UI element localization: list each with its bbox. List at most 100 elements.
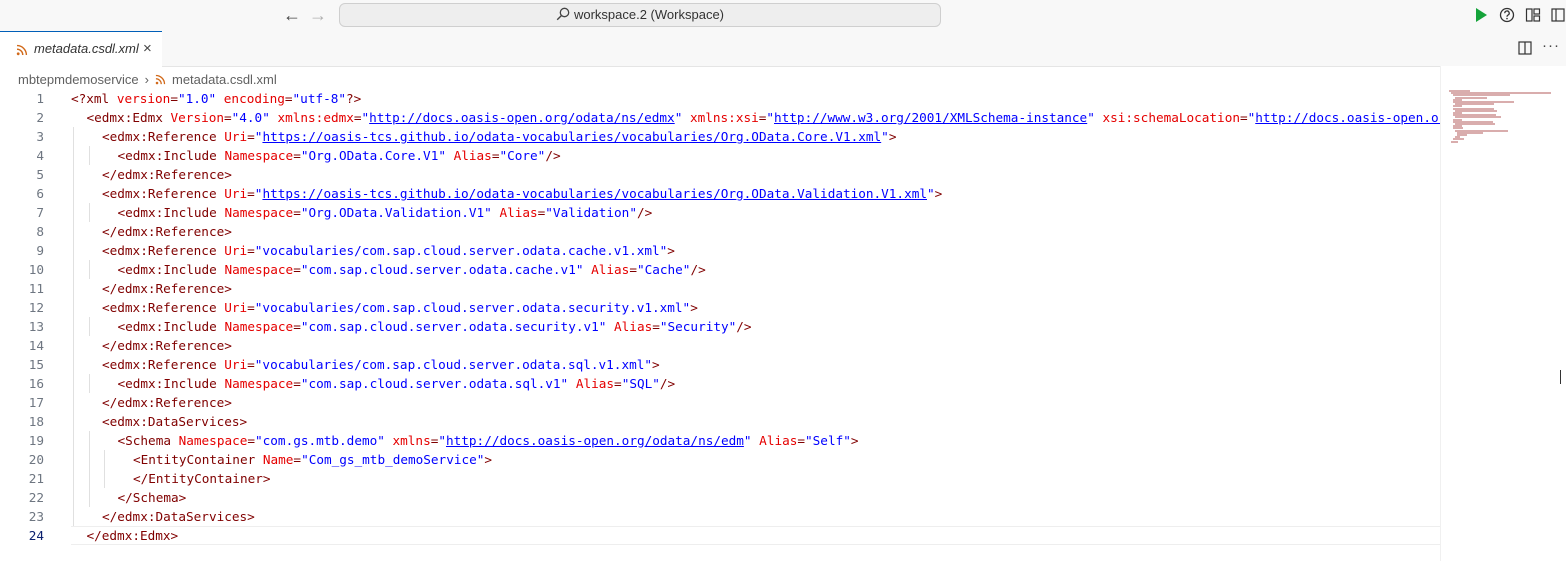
panel-toggle-icon[interactable] — [1549, 6, 1566, 24]
code-line[interactable]: 9 <edmx:Reference Uri="vocabularies/com.s… — [0, 241, 1440, 260]
line-code: <edmx:Reference Uri="vocabularies/com.sa… — [102, 241, 675, 260]
code-punctuation: > — [652, 357, 660, 372]
code-line[interactable]: 13 <edmx:Include Namespace="com.sap.cloud… — [0, 317, 1440, 336]
code-line[interactable]: 14 </edmx:Reference> — [0, 336, 1440, 355]
play-icon[interactable] — [1472, 6, 1490, 24]
indent-guide — [88, 260, 90, 279]
code-line[interactable]: 22 </Schema> — [0, 488, 1440, 507]
layout-icon[interactable] — [1524, 6, 1542, 24]
code-punctuation: < — [102, 186, 110, 201]
code-line[interactable]: 8 </edmx:Reference> — [0, 222, 1440, 241]
code-line[interactable]: 11 </edmx:Reference> — [0, 279, 1440, 298]
code-line[interactable]: 18 <edmx:DataServices> — [0, 412, 1440, 431]
code-line[interactable]: 7 <edmx:Include Namespace="Org.OData.Vali… — [0, 203, 1440, 222]
code-line[interactable]: 2 <edmx:Edmx Version="4.0" xmlns:edmx="ht… — [0, 108, 1440, 127]
code-tag-name: edmx:Edmx — [101, 528, 171, 543]
line-code: </edmx:Edmx> — [87, 526, 179, 545]
code-punctuation: > — [667, 243, 675, 258]
code-tag-name: xml — [86, 91, 110, 106]
line-code: <EntityContainer Name="Com_gs_mtb_demoSe… — [133, 450, 492, 469]
command-center[interactable]: workspace.2 (Workspace) — [339, 3, 941, 27]
code-punctuation: /> — [545, 148, 561, 163]
code-line[interactable]: 21 </EntityContainer> — [0, 469, 1440, 488]
code-string: "com.sap.cloud.server.odata.cache.v1" — [300, 262, 584, 277]
indent-guide — [73, 203, 74, 222]
rss-feed-icon — [16, 44, 28, 56]
breadcrumb-file[interactable]: metadata.csdl.xml — [172, 72, 277, 87]
line-code: </Schema> — [118, 488, 187, 507]
code-line[interactable]: 10 <edmx:Include Namespace="com.sap.cloud… — [0, 260, 1440, 279]
code-punctuation: = — [247, 357, 255, 372]
code-line[interactable]: 24 </edmx:Edmx> — [0, 526, 1440, 545]
code-attribute: xsi:schemaLocation — [1094, 110, 1240, 125]
code-url-link[interactable]: https://oasis-tcs.github.io/odata-vocabu… — [262, 129, 881, 144]
code-string: "vocabularies/com.sap.cloud.server.odata… — [254, 243, 668, 258]
code-line[interactable]: 12 <edmx:Reference Uri="vocabularies/com.… — [0, 298, 1440, 317]
code-line[interactable]: 16 <edmx:Include Namespace="com.sap.cloud… — [0, 374, 1440, 393]
code-attribute: Alias — [751, 433, 798, 448]
code-line[interactable]: 1 <?xml version="1.0" encoding="utf-8"?> — [0, 89, 1440, 108]
code-line[interactable]: 3 <edmx:Reference Uri= "https://oasis-tcs.… — [0, 127, 1440, 146]
code-line[interactable]: 23 </edmx:DataServices> — [0, 507, 1440, 526]
code-editor[interactable]: 1 <?xml version="1.0" encoding="utf-8"?> 2… — [0, 89, 1440, 561]
code-punctuation: < — [117, 205, 126, 220]
code-url-link[interactable]: https://oasis-tcs.github.io/odata-vocabu… — [262, 186, 927, 201]
minimap[interactable] — [1440, 66, 1566, 561]
code-tag-name: edmx:DataServices — [109, 414, 240, 429]
close-icon[interactable]: × — [143, 40, 152, 57]
code-url-link[interactable]: http://www.w3.org/2001/XMLSchema-instanc… — [774, 110, 1087, 125]
code-punctuation: = — [293, 452, 302, 467]
code-punctuation: = — [293, 205, 301, 220]
code-string: "vocabularies/com.sap.cloud.server.odata… — [254, 300, 691, 315]
code-string: "1.0" — [177, 91, 217, 106]
code-line[interactable]: 15 <edmx:Reference Uri="vocabularies/com.… — [0, 355, 1440, 374]
ellipsis-icon[interactable]: ··· — [1542, 37, 1560, 54]
code-string: "Org.OData.Validation.V1" — [300, 205, 492, 220]
code-line[interactable]: 20 <EntityContainer Name="Com_gs_mtb_demo… — [0, 450, 1440, 469]
search-icon — [556, 7, 570, 21]
code-punctuation: = — [284, 91, 293, 106]
line-code: </edmx:DataServices> — [102, 507, 255, 526]
code-attribute: Namespace — [216, 262, 294, 277]
line-number: 5 — [36, 167, 44, 182]
help-circle-icon[interactable] — [1498, 6, 1516, 24]
code-punctuation: < — [117, 262, 126, 277]
code-punctuation: < — [102, 129, 110, 144]
forward-arrow-icon[interactable]: → — [309, 6, 327, 24]
code-line[interactable]: 6 <edmx:Reference Uri= "https://oasis-tcs.… — [0, 184, 1440, 203]
split-editor-icon[interactable] — [1518, 41, 1532, 55]
code-punctuation: > — [239, 414, 248, 429]
indent-guide — [73, 279, 74, 298]
line-code: <edmx:Reference Uri= "https://oasis-tcs.g… — [102, 127, 896, 146]
indent-guide — [88, 450, 90, 469]
code-attribute: Uri — [216, 300, 248, 315]
code-punctuation: /> — [659, 376, 676, 391]
code-url-link[interactable]: http://docs.oasis-open.org/odata/ns/edmx — [369, 110, 675, 125]
breadcrumb-folder[interactable]: mbtepmdemoservice — [18, 72, 139, 87]
code-punctuation: > — [224, 224, 232, 239]
line-code: <edmx:Include Namespace="Org.OData.Core.… — [118, 146, 561, 165]
code-punctuation: < — [102, 243, 110, 258]
code-tag-name: edmx:Include — [125, 205, 217, 220]
back-arrow-icon[interactable]: ← — [283, 6, 301, 24]
code-url-link[interactable]: http://docs.oasis-open.org/odata/ns/edm — [446, 433, 744, 448]
code-attribute: Alias — [606, 319, 653, 334]
code-string: "Security" — [659, 319, 737, 334]
code-url-link[interactable]: http://docs.oasis-open.org/odata/ns/edmx — [1255, 110, 1440, 125]
code-punctuation: < — [102, 300, 110, 315]
code-line[interactable]: 4 <edmx:Include Namespace="Org.OData.Core… — [0, 146, 1440, 165]
line-number: 18 — [28, 414, 44, 429]
code-attribute: Alias — [583, 262, 630, 277]
code-tag-name: edmx:Reference — [109, 357, 217, 372]
tab-metadata-csdl-xml[interactable]: metadata.csdl.xml × — [0, 31, 162, 67]
code-tag-name: EntityContainer — [148, 471, 263, 486]
code-line[interactable]: 5 </edmx:Reference> — [0, 165, 1440, 184]
indent-guide — [73, 393, 74, 412]
code-punctuation: = — [293, 376, 301, 391]
code-attribute: Alias — [491, 205, 538, 220]
code-line[interactable]: 17 </edmx:Reference> — [0, 393, 1440, 412]
code-string: " — [361, 110, 370, 125]
code-line[interactable]: 19 <Schema Namespace="com.gs.mtb.demo" xm… — [0, 431, 1440, 450]
line-number: 1 — [36, 91, 44, 106]
code-string: "Com_gs_mtb_demoService" — [301, 452, 485, 467]
